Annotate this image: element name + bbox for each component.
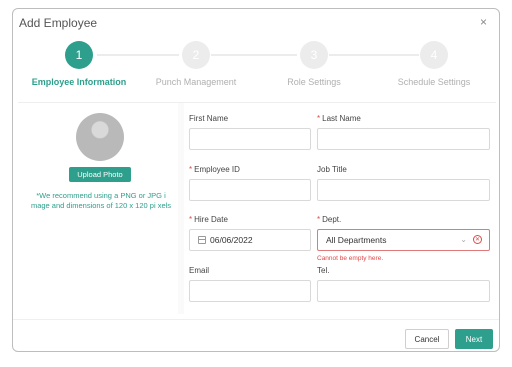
email-label: Email <box>189 266 210 275</box>
first-name-label: First Name <box>189 114 229 123</box>
step-1-indicator[interactable]: 1 <box>65 41 93 69</box>
dept-value: All Departments <box>326 235 387 245</box>
last-name-label: * Last Name <box>317 114 361 123</box>
step-3-indicator[interactable]: 3 <box>300 41 328 69</box>
last-name-field[interactable] <box>317 128 490 150</box>
dialog-title: Add Employee <box>19 16 98 30</box>
job-title-field[interactable] <box>317 179 490 201</box>
employee-id-label: * Employee ID <box>189 165 240 174</box>
dialog-content: Upload Photo *We recommend using a PNG o… <box>18 102 496 315</box>
step-4-label[interactable]: Schedule Settings <box>398 77 471 87</box>
job-title-label: Job Title <box>317 165 347 174</box>
step-connector <box>97 54 179 56</box>
cancel-button[interactable]: Cancel <box>405 329 449 349</box>
step-3-label[interactable]: Role Settings <box>287 77 341 87</box>
clear-icon[interactable]: ✕ <box>473 235 482 244</box>
upload-photo-button[interactable]: Upload Photo <box>69 167 131 182</box>
step-connector <box>329 54 419 56</box>
hire-date-value: 06/06/2022 <box>210 235 253 245</box>
close-icon[interactable]: × <box>480 15 487 29</box>
photo-panel: Upload Photo *We recommend using a PNG o… <box>18 103 178 315</box>
step-4-indicator[interactable]: 4 <box>420 41 448 69</box>
dept-error-message: Cannot be empty here. <box>317 255 384 262</box>
avatar <box>76 113 124 161</box>
dept-label: * Dept. <box>317 215 342 224</box>
hire-date-picker[interactable]: 06/06/2022 <box>189 229 311 251</box>
step-connector <box>211 54 297 56</box>
step-2-indicator[interactable]: 2 <box>182 41 210 69</box>
hire-date-label: * Hire Date <box>189 215 228 224</box>
photo-hint: *We recommend using a PNG or JPG i mage … <box>30 191 172 210</box>
dept-select[interactable]: All Departments ⌄ ✕ <box>317 229 490 251</box>
first-name-field[interactable] <box>189 128 311 150</box>
add-employee-dialog: Add Employee × 1 2 3 4 Employee Informat… <box>12 8 500 352</box>
chevron-down-icon: ⌄ <box>460 235 467 244</box>
tel-label: Tel. <box>317 266 330 275</box>
email-field[interactable] <box>189 280 311 302</box>
step-2-label[interactable]: Punch Management <box>156 77 237 87</box>
calendar-icon <box>198 236 206 244</box>
stepper: 1 2 3 4 Employee Information Punch Manag… <box>13 39 499 99</box>
employee-form: First Name * Last Name * Employee ID Job T… <box>184 103 496 315</box>
dialog-footer: Cancel Next <box>13 319 499 351</box>
tel-field[interactable] <box>317 280 490 302</box>
employee-id-field[interactable] <box>189 179 311 201</box>
step-1-label[interactable]: Employee Information <box>32 77 127 87</box>
next-button[interactable]: Next <box>455 329 493 349</box>
